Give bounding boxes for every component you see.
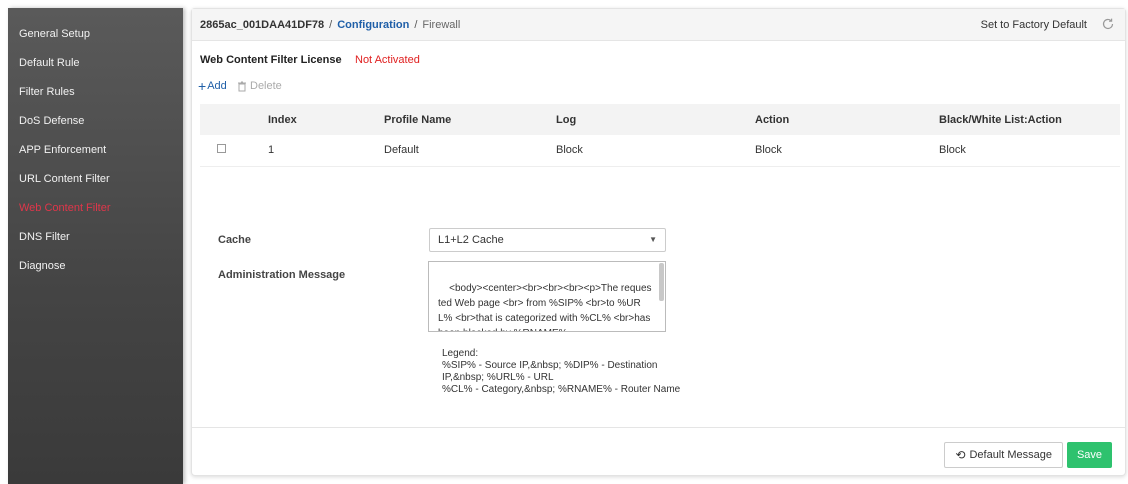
- sidebar-item-app-enforcement[interactable]: APP Enforcement: [8, 136, 183, 165]
- add-label: Add: [207, 80, 227, 92]
- sidebar-item-filter-rules[interactable]: Filter Rules: [8, 78, 183, 107]
- default-message-button[interactable]: ⟲ Default Message: [944, 442, 1063, 468]
- sidebar-item-web-content-filter[interactable]: Web Content Filter: [8, 194, 183, 223]
- sidebar-item-diagnose[interactable]: Diagnose: [8, 252, 183, 281]
- table-header-log: Log: [556, 104, 755, 135]
- breadcrumb: 2865ac_001DAA41DF78 / Configuration / Firewa…: [200, 19, 460, 31]
- row-checkbox[interactable]: [217, 144, 226, 154]
- add-button[interactable]: + Add: [198, 77, 227, 94]
- table-header-row: Index Profile Name Log Action Black/Whit…: [200, 104, 1120, 135]
- breadcrumb-section[interactable]: Configuration: [337, 19, 409, 31]
- save-button[interactable]: Save: [1067, 442, 1112, 468]
- table-header-bw-action: Black/White List:Action: [939, 104, 1120, 135]
- factory-default-link[interactable]: Set to Factory Default: [981, 19, 1087, 31]
- row-profile-name: Default: [384, 135, 556, 167]
- row-index: 1: [268, 135, 384, 167]
- undo-icon: ⟲: [955, 448, 966, 462]
- profile-table: Index Profile Name Log Action Black/Whit…: [200, 104, 1120, 167]
- row-select-cell: [200, 135, 268, 167]
- sidebar-item-url-content-filter[interactable]: URL Content Filter: [8, 165, 183, 194]
- admin-message-text: <body><center><br><br><br><p>The request…: [438, 283, 652, 331]
- legend-text: %SIP% - Source IP,&nbsp; %DIP% - Destina…: [442, 360, 681, 395]
- cache-value: L1+L2 Cache: [438, 234, 504, 246]
- refresh-icon[interactable]: [1101, 17, 1115, 31]
- trash-icon: [238, 81, 246, 91]
- footer: ⟲ Default Message Save: [192, 427, 1125, 475]
- delete-label: Delete: [250, 80, 282, 92]
- default-message-label: Default Message: [969, 449, 1052, 461]
- scrollbar[interactable]: [659, 263, 664, 301]
- legend: Legend: %SIP% - Source IP,&nbsp; %DIP% -…: [442, 348, 682, 396]
- sidebar-item-default-rule[interactable]: Default Rule: [8, 49, 183, 78]
- cache-select[interactable]: L1+L2 Cache ▼: [429, 228, 666, 252]
- page-header: 2865ac_001DAA41DF78 / Configuration / Firewa…: [192, 9, 1125, 41]
- license-status: Not Activated: [355, 54, 420, 66]
- breadcrumb-separator: /: [329, 18, 333, 31]
- row-action: Block: [755, 135, 939, 167]
- chevron-down-icon: ▼: [649, 235, 657, 244]
- license-label: Web Content Filter License: [200, 54, 342, 66]
- row-log: Block: [556, 135, 755, 167]
- sidebar: General Setup Default Rule Filter Rules …: [8, 8, 183, 484]
- table-row[interactable]: 1 Default Block Block Block: [200, 135, 1120, 167]
- sidebar-item-dns-filter[interactable]: DNS Filter: [8, 223, 183, 252]
- main-panel: 2865ac_001DAA41DF78 / Configuration / Firewa…: [191, 8, 1126, 476]
- sidebar-item-dos-defense[interactable]: DoS Defense: [8, 107, 183, 136]
- table-header-action: Action: [755, 104, 939, 135]
- delete-button[interactable]: Delete: [237, 80, 282, 92]
- sidebar-item-general-setup[interactable]: General Setup: [8, 20, 183, 49]
- table-header-select: [200, 104, 268, 135]
- breadcrumb-device: 2865ac_001DAA41DF78: [200, 18, 325, 31]
- table-header-index: Index: [268, 104, 384, 135]
- cache-label: Cache: [218, 234, 252, 246]
- plus-icon: +: [198, 77, 207, 94]
- legend-title: Legend:: [442, 348, 479, 359]
- breadcrumb-separator: /: [414, 18, 418, 31]
- breadcrumb-page: Firewall: [422, 18, 461, 31]
- admin-message-field[interactable]: <body><center><br><br><br><p>The request…: [428, 261, 666, 332]
- row-bw-action: Block: [939, 135, 1120, 167]
- admin-message-label: Administration Message: [218, 269, 346, 281]
- table-header-profile-name: Profile Name: [384, 104, 556, 135]
